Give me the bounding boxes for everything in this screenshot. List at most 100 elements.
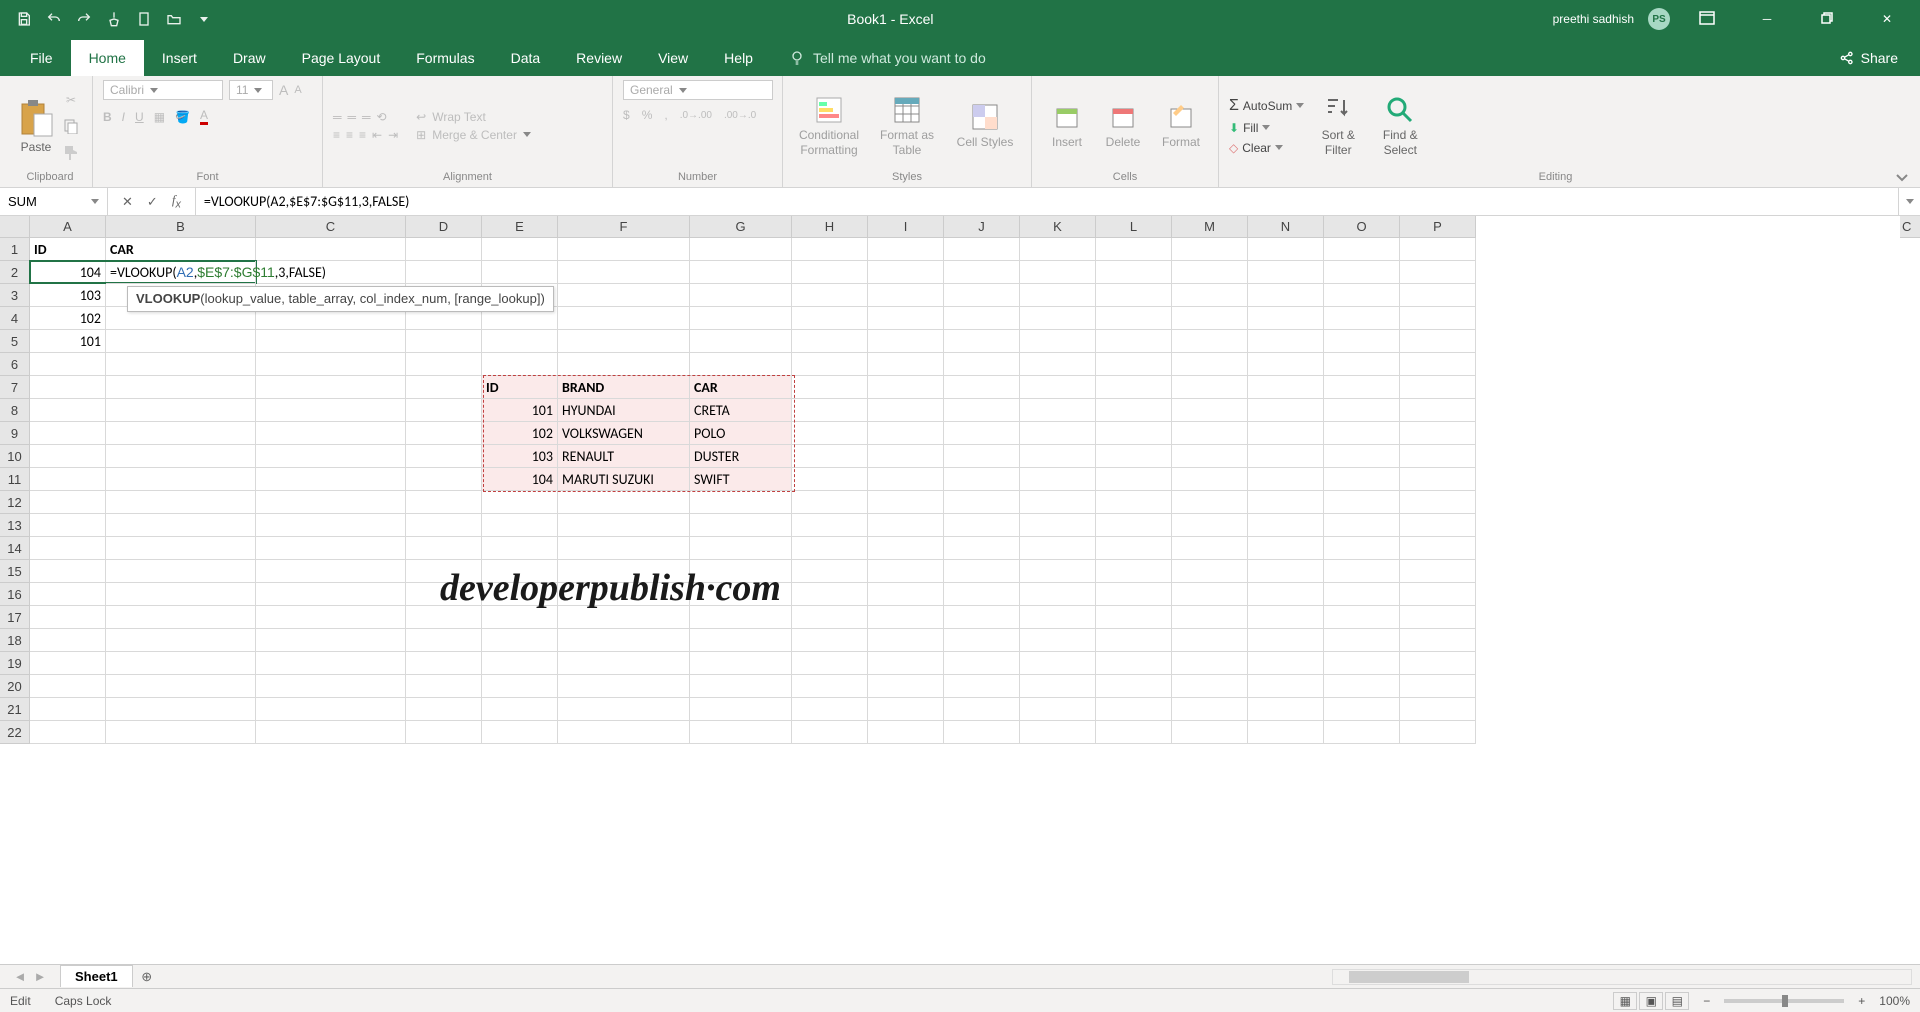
tab-draw[interactable]: Draw (215, 40, 284, 76)
open-folder-icon[interactable] (160, 5, 188, 33)
cell-G11[interactable]: SWIFT (690, 468, 792, 491)
cell-O17[interactable] (1324, 606, 1400, 629)
cell-N21[interactable] (1248, 698, 1324, 721)
cell-F3[interactable] (558, 284, 690, 307)
cell-E2[interactable] (482, 261, 558, 284)
cell-J8[interactable] (944, 399, 1020, 422)
col-header-H[interactable]: H (792, 216, 868, 238)
tab-view[interactable]: View (640, 40, 706, 76)
cell-G13[interactable] (690, 514, 792, 537)
cell-N12[interactable] (1248, 491, 1324, 514)
cell-J7[interactable] (944, 376, 1020, 399)
cell-O11[interactable] (1324, 468, 1400, 491)
cell-N18[interactable] (1248, 629, 1324, 652)
cell-I17[interactable] (868, 606, 944, 629)
cell-D5[interactable] (406, 330, 482, 353)
cell-D21[interactable] (406, 698, 482, 721)
cell-E8[interactable]: 101 (482, 399, 558, 422)
cell-A4[interactable]: 102 (30, 307, 106, 330)
cell-I13[interactable] (868, 514, 944, 537)
cell-B13[interactable] (106, 514, 256, 537)
tab-file[interactable]: File (12, 40, 71, 76)
cell-A7[interactable] (30, 376, 106, 399)
cell-J9[interactable] (944, 422, 1020, 445)
cell-E21[interactable] (482, 698, 558, 721)
sheet-nav-prev-icon[interactable]: ◄ (14, 969, 27, 984)
cell-I10[interactable] (868, 445, 944, 468)
cell-J21[interactable] (944, 698, 1020, 721)
cell-K8[interactable] (1020, 399, 1096, 422)
cell-E14[interactable] (482, 537, 558, 560)
sheet-tab-active[interactable]: Sheet1 (60, 965, 133, 987)
merge-center-button[interactable]: ⊞Merge & Center (416, 128, 531, 142)
row-header-13[interactable]: 13 (0, 514, 30, 537)
cell-N11[interactable] (1248, 468, 1324, 491)
cell-E7[interactable]: ID (482, 376, 558, 399)
row-header-14[interactable]: 14 (0, 537, 30, 560)
cell-J12[interactable] (944, 491, 1020, 514)
cell-H10[interactable] (792, 445, 868, 468)
cell-I14[interactable] (868, 537, 944, 560)
cell-E18[interactable] (482, 629, 558, 652)
sheet-area[interactable]: ABCDEFGHIJKLMNOP C 123456789101112131415… (0, 216, 1920, 964)
zoom-level[interactable]: 100% (1879, 994, 1910, 1008)
cell-J11[interactable] (944, 468, 1020, 491)
cell-M14[interactable] (1172, 537, 1248, 560)
sort-filter-button[interactable]: Sort & Filter (1310, 94, 1366, 157)
cell-A5[interactable]: 101 (30, 330, 106, 353)
cell-A10[interactable] (30, 445, 106, 468)
cell-K22[interactable] (1020, 721, 1096, 744)
col-header-G[interactable]: G (690, 216, 792, 238)
cell-L7[interactable] (1096, 376, 1172, 399)
delete-cells-button[interactable]: Delete (1098, 101, 1148, 149)
cell-C21[interactable] (256, 698, 406, 721)
tab-data[interactable]: Data (493, 40, 559, 76)
cell-P19[interactable] (1400, 652, 1476, 675)
cell-M20[interactable] (1172, 675, 1248, 698)
cell-N17[interactable] (1248, 606, 1324, 629)
cell-N9[interactable] (1248, 422, 1324, 445)
cell-K4[interactable] (1020, 307, 1096, 330)
row-header-2[interactable]: 2 (0, 261, 30, 284)
cell-A19[interactable] (30, 652, 106, 675)
cell-K2[interactable] (1020, 261, 1096, 284)
cell-H1[interactable] (792, 238, 868, 261)
row-header-19[interactable]: 19 (0, 652, 30, 675)
cell-H22[interactable] (792, 721, 868, 744)
cell-M8[interactable] (1172, 399, 1248, 422)
cell-I9[interactable] (868, 422, 944, 445)
cell-P6[interactable] (1400, 353, 1476, 376)
conditional-formatting-button[interactable]: Conditional Formatting (793, 94, 865, 157)
autosum-button[interactable]: ΣAutoSum (1229, 97, 1304, 115)
cell-A21[interactable] (30, 698, 106, 721)
cell-J14[interactable] (944, 537, 1020, 560)
cell-A20[interactable] (30, 675, 106, 698)
find-select-button[interactable]: Find & Select (1372, 94, 1428, 157)
decrease-font-icon[interactable]: A (294, 84, 301, 96)
cell-N7[interactable] (1248, 376, 1324, 399)
cell-C10[interactable] (256, 445, 406, 468)
cell-N8[interactable] (1248, 399, 1324, 422)
horizontal-scrollbar[interactable] (1332, 969, 1912, 985)
cell-D12[interactable] (406, 491, 482, 514)
cell-M4[interactable] (1172, 307, 1248, 330)
cell-A15[interactable] (30, 560, 106, 583)
cell-K13[interactable] (1020, 514, 1096, 537)
cell-O7[interactable] (1324, 376, 1400, 399)
increase-decimal-icon[interactable]: .0→.00 (680, 110, 712, 121)
cell-B21[interactable] (106, 698, 256, 721)
cell-P3[interactable] (1400, 284, 1476, 307)
qat-customize-icon[interactable] (190, 5, 218, 33)
row-header-21[interactable]: 21 (0, 698, 30, 721)
cell-B8[interactable] (106, 399, 256, 422)
cell-M2[interactable] (1172, 261, 1248, 284)
cell-M7[interactable] (1172, 376, 1248, 399)
font-color-icon[interactable]: A (200, 108, 208, 125)
cell-D18[interactable] (406, 629, 482, 652)
cell-O22[interactable] (1324, 721, 1400, 744)
cell-F1[interactable] (558, 238, 690, 261)
indent-dec-icon[interactable]: ⇤ (372, 128, 382, 142)
cell-H2[interactable] (792, 261, 868, 284)
cell-G18[interactable] (690, 629, 792, 652)
cell-O14[interactable] (1324, 537, 1400, 560)
